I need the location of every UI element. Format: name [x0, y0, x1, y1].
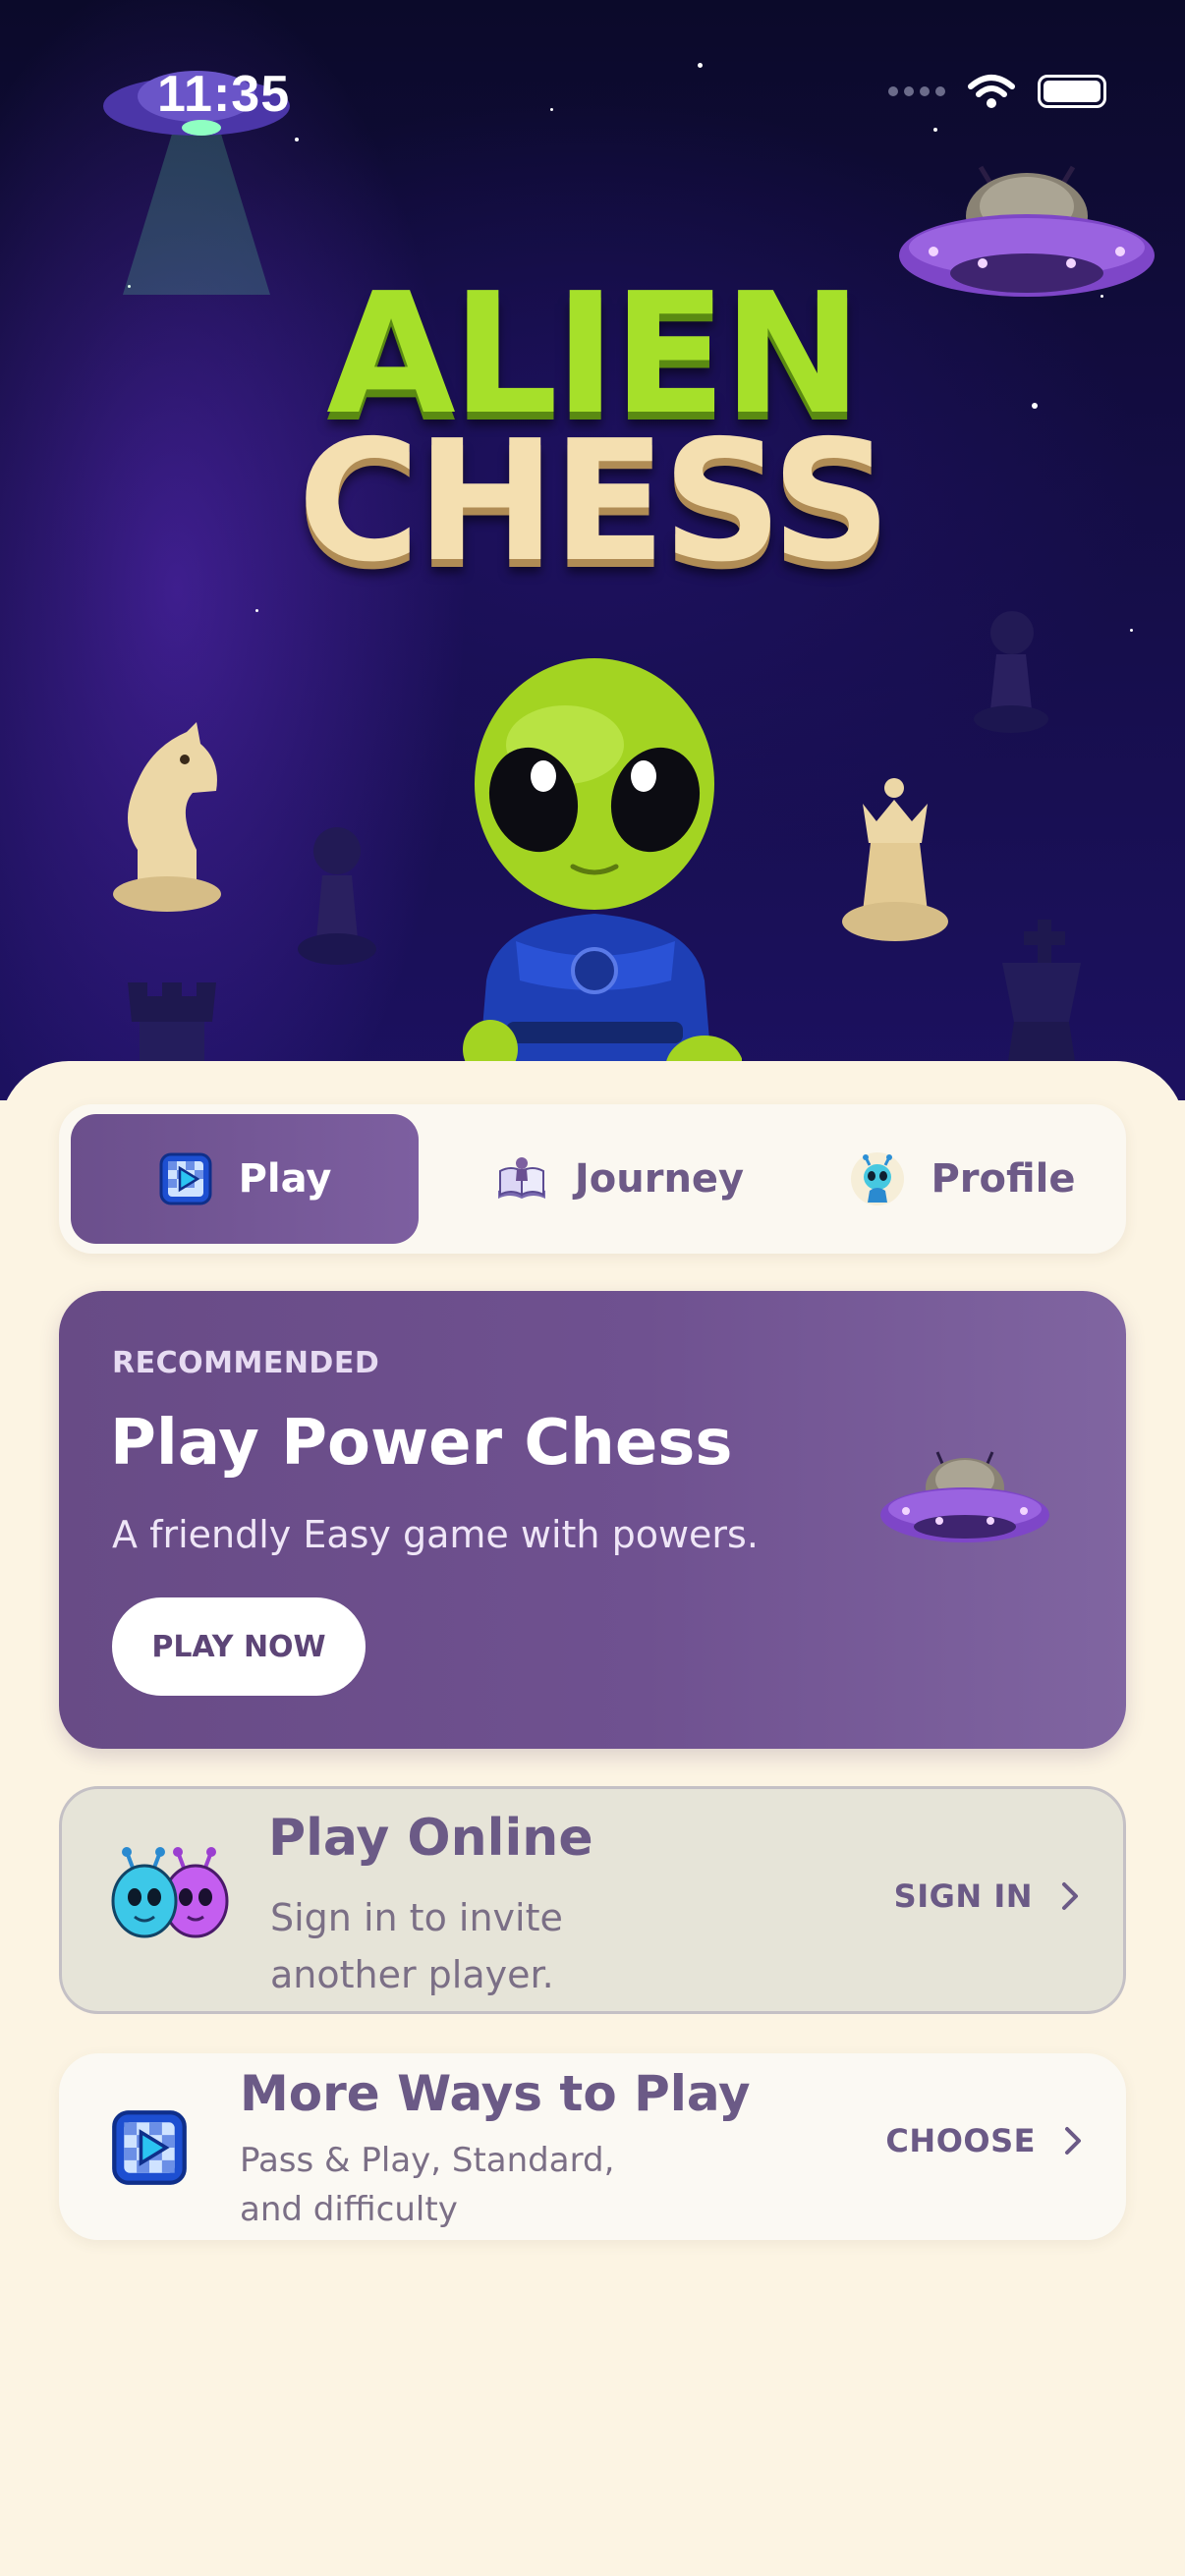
- recommended-title: Play Power Chess: [110, 1407, 733, 1480]
- star-decoration: [933, 128, 937, 132]
- star-decoration: [255, 609, 258, 612]
- more-ways-card[interactable]: More Ways to Play Pass & Play, Standard,…: [59, 2053, 1126, 2240]
- chevron-right-icon: [1062, 1882, 1078, 1910]
- tab-journey[interactable]: Journey: [452, 1114, 786, 1244]
- play-online-title: Play Online: [268, 1809, 593, 1868]
- star-decoration: [698, 63, 703, 68]
- signal-icon: [888, 86, 945, 96]
- sign-in-label: SIGN IN: [893, 1877, 1033, 1915]
- choose-label: CHOOSE: [885, 2122, 1036, 2159]
- play-now-button[interactable]: PLAY NOW: [112, 1597, 366, 1696]
- sign-in-link[interactable]: SIGN IN: [894, 1877, 1080, 1915]
- tab-profile[interactable]: Profile: [816, 1114, 1110, 1244]
- tab-journey-label: Journey: [574, 1156, 745, 1202]
- storybook-icon: [497, 1157, 545, 1199]
- star-decoration: [295, 138, 299, 141]
- star-decoration: [550, 108, 553, 111]
- wifi-icon: [968, 75, 1015, 108]
- tab-play[interactable]: Play: [71, 1114, 419, 1244]
- status-bar-time: 11:35: [157, 66, 291, 123]
- recommended-eyebrow: RECOMMENDED: [112, 1346, 380, 1380]
- alien-avatar-icon: [851, 1152, 905, 1205]
- battery-icon: [1038, 75, 1106, 108]
- alien-friends-icon: [111, 1847, 229, 1938]
- pawn-piece-icon: [298, 827, 376, 965]
- play-online-card[interactable]: Play Online Sign in to invite another pl…: [59, 1786, 1126, 2014]
- recommended-subtitle: A friendly Easy game with powers.: [112, 1513, 759, 1556]
- alien-mascot-icon: [463, 658, 742, 1100]
- pawn-piece-icon: [974, 611, 1048, 733]
- hero-banner: 11:35 ALIEN CHESS: [0, 0, 1185, 1100]
- recommended-card[interactable]: RECOMMENDED Play Power Chess A friendly …: [59, 1291, 1126, 1749]
- star-decoration: [1130, 629, 1133, 632]
- more-ways-subtitle: Pass & Play, Standard, and difficulty: [240, 2141, 615, 2229]
- play-board-icon: [112, 2110, 187, 2185]
- knight-piece-icon: [113, 722, 221, 912]
- choose-link[interactable]: CHOOSE: [885, 2122, 1083, 2159]
- segmented-tab-bar: Play Journey Profile: [59, 1104, 1126, 1254]
- hero-title-chess: CHESS: [297, 405, 891, 599]
- tab-play-label: Play: [238, 1156, 332, 1202]
- queen-piece-icon: [842, 778, 948, 941]
- play-board-icon: [159, 1152, 212, 1205]
- play-online-subtitle: Sign in to invite another player.: [270, 1896, 563, 1996]
- tab-profile-label: Profile: [931, 1156, 1076, 1202]
- ufo-icon: [880, 1451, 1049, 1542]
- status-bar-indicators: [888, 73, 1106, 110]
- chevron-right-icon: [1065, 2127, 1081, 2155]
- more-ways-title: More Ways to Play: [240, 2065, 751, 2122]
